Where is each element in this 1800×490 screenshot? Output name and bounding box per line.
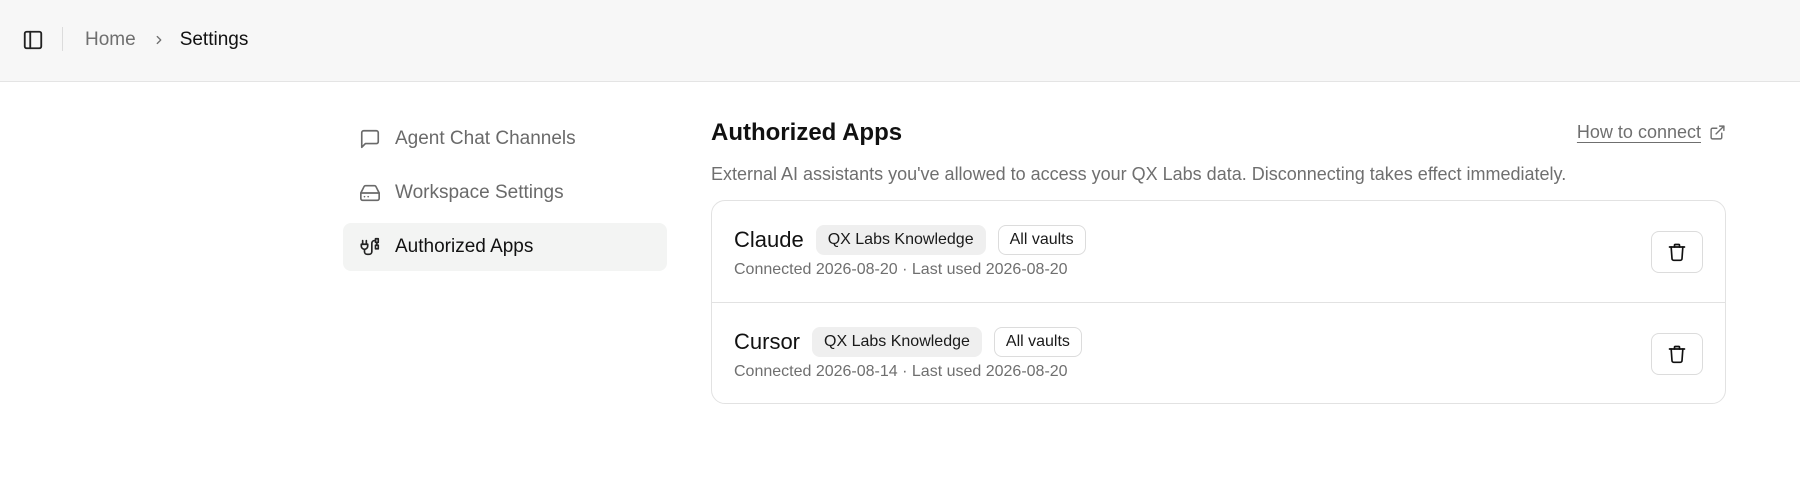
- sidebar-panel-icon: [23, 30, 43, 50]
- authorized-apps-list: Claude QX Labs Knowledge All vaults Conn…: [711, 200, 1726, 404]
- app-row-header: Claude QX Labs Knowledge All vaults: [734, 225, 1098, 255]
- topbar-divider: [62, 27, 63, 51]
- breadcrumb-home-link[interactable]: Home: [85, 29, 136, 51]
- nav-item-label: Workspace Settings: [395, 182, 564, 203]
- nav-item-label: Authorized Apps: [395, 236, 534, 257]
- app-connection-meta: Connected 2026-08-20 · Last used 2026-08…: [734, 261, 1068, 278]
- how-to-connect-link[interactable]: How to connect: [1577, 122, 1726, 143]
- external-link-icon: [1709, 124, 1726, 141]
- nav-item-authorized-apps[interactable]: Authorized Apps: [343, 223, 667, 271]
- scope-badge: QX Labs Knowledge: [812, 327, 982, 357]
- trash-icon: [1668, 243, 1686, 262]
- nav-item-agent-chat-channels[interactable]: Agent Chat Channels: [343, 115, 667, 163]
- disconnect-cursor-button[interactable]: [1651, 333, 1703, 375]
- disconnect-claude-button[interactable]: [1651, 231, 1703, 273]
- app-connection-meta: Connected 2026-08-14 · Last used 2026-08…: [734, 363, 1068, 380]
- message-square-icon: [359, 128, 381, 150]
- trash-icon: [1668, 345, 1686, 364]
- vault-badge: All vaults: [997, 225, 1086, 255]
- main-content: Authorized Apps How to connect External …: [711, 118, 1726, 404]
- nav-item-workspace-settings[interactable]: Workspace Settings: [343, 169, 667, 217]
- settings-nav: Agent Chat Channels Workspace Settings A…: [343, 115, 667, 277]
- plug-cable-icon: [359, 236, 381, 258]
- top-bar: Home Settings: [0, 0, 1800, 82]
- main-header: Authorized Apps How to connect: [711, 118, 1726, 148]
- breadcrumb: Home Settings: [85, 27, 248, 53]
- scope-badge: QX Labs Knowledge: [815, 225, 986, 255]
- app-row-header: Cursor QX Labs Knowledge All vaults: [734, 327, 1094, 357]
- hard-drive-icon: [359, 182, 381, 204]
- app-row-cursor: Cursor QX Labs Knowledge All vaults Conn…: [712, 302, 1725, 403]
- breadcrumb-current: Settings: [179, 29, 249, 50]
- app-name: Cursor: [734, 329, 801, 354]
- nav-item-label: Agent Chat Channels: [395, 128, 576, 149]
- chevron-right-icon: [152, 33, 166, 47]
- page-description: External AI assistants you've allowed to…: [711, 164, 1567, 184]
- vault-badge: All vaults: [993, 327, 1082, 357]
- sidebar-toggle-button[interactable]: [20, 27, 46, 53]
- app-name: Claude: [734, 227, 804, 252]
- page-title: Authorized Apps: [711, 119, 903, 146]
- how-to-connect-label: How to connect: [1576, 122, 1701, 142]
- app-row-claude: Claude QX Labs Knowledge All vaults Conn…: [712, 201, 1725, 302]
